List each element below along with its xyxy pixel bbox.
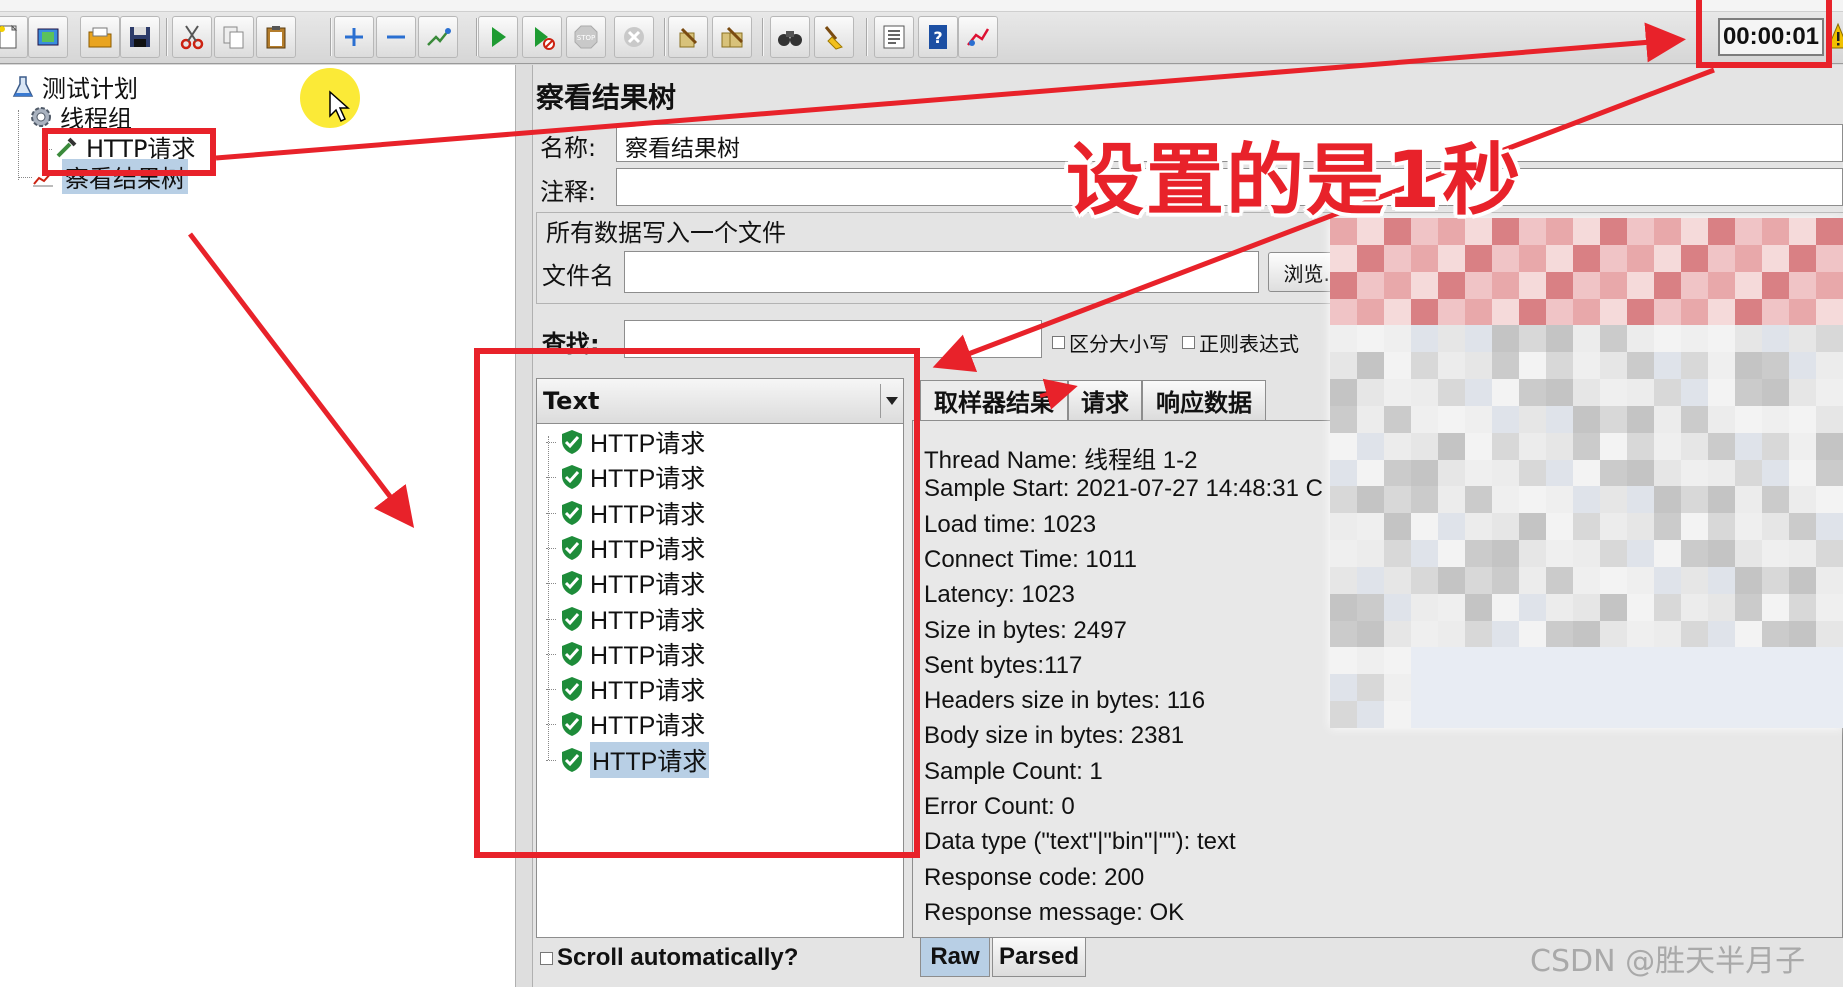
- paste-icon[interactable]: [256, 16, 296, 58]
- regex-checkbox[interactable]: 正则表达式: [1182, 328, 1299, 357]
- sampler-detail-line: Sent bytes:117: [924, 651, 1083, 679]
- clear-icon[interactable]: [668, 16, 708, 58]
- tab-response-data[interactable]: 响应数据: [1142, 380, 1266, 420]
- main-toolbar: STOP ? 00:00:01: [0, 0, 1843, 64]
- tab-sampler-result[interactable]: 取样器结果: [920, 380, 1068, 420]
- toolbar-separator: [166, 18, 168, 56]
- svg-text:?: ?: [933, 28, 942, 47]
- function-helper-icon[interactable]: [874, 16, 914, 58]
- help-icon[interactable]: ?: [918, 16, 958, 58]
- mouse-cursor-icon: [329, 90, 350, 123]
- case-sensitive-checkbox[interactable]: 区分大小写: [1052, 328, 1169, 357]
- filename-field[interactable]: [624, 251, 1259, 293]
- sampler-detail-line: Data type ("text"|"bin"|""): text: [924, 828, 1236, 856]
- sampler-detail-line: Sample Start: 2021-07-27 14:48:31 C: [924, 475, 1323, 503]
- file-group-title: 所有数据写入一个文件: [542, 213, 790, 248]
- flask-icon: [12, 75, 34, 97]
- annotation-label: 设置的是1秒: [1066, 136, 1523, 226]
- gear-icon: [31, 106, 51, 127]
- comment-label: 注释:: [540, 178, 597, 206]
- toolbar-separator: [866, 18, 868, 56]
- tree-connector: [18, 110, 19, 180]
- panel-title: 察看结果树: [536, 81, 677, 114]
- search-icon[interactable]: [770, 16, 810, 58]
- name-label: 名称:: [540, 134, 597, 162]
- checkbox-label: 正则表达式: [1199, 332, 1299, 356]
- checkbox-box[interactable]: [540, 951, 553, 965]
- remote-icon[interactable]: [958, 16, 998, 58]
- templates-icon[interactable]: [28, 16, 68, 58]
- collapse-icon[interactable]: [376, 16, 416, 58]
- checkbox-label: Scroll automatically?: [557, 944, 799, 971]
- sampler-detail-line: Sample Count: 1: [924, 757, 1103, 785]
- tab-parsed[interactable]: Parsed: [992, 937, 1086, 977]
- sampler-detail-line: Headers size in bytes: 116: [924, 687, 1206, 715]
- checkbox-box[interactable]: [1182, 336, 1195, 349]
- sampler-detail-line: Response message: OK: [924, 898, 1185, 926]
- start-icon[interactable]: [478, 16, 518, 58]
- pixelated-overlay: [1330, 218, 1843, 728]
- results-highlight-box: [474, 348, 920, 858]
- menu-strip: [0, 0, 1843, 12]
- sampler-detail-line: Error Count: 0: [924, 793, 1075, 820]
- open-icon[interactable]: [80, 16, 120, 58]
- sampler-detail-line: Connect Time: 1011: [924, 545, 1138, 573]
- start-no-pause-icon[interactable]: [522, 16, 562, 58]
- sampler-detail-line: Body size in bytes: 2381: [924, 722, 1185, 750]
- filename-label: 文件名: [542, 262, 614, 290]
- watermark: CSDN @胜天半月子: [1530, 944, 1806, 979]
- http-request-highlight-box: [42, 128, 216, 176]
- clear-all-icon[interactable]: [712, 16, 752, 58]
- expand-icon[interactable]: [334, 16, 374, 58]
- checkbox-label: 区分大小写: [1069, 332, 1169, 356]
- svg-text:STOP: STOP: [577, 34, 595, 42]
- toolbar-separator: [762, 18, 764, 56]
- sampler-detail-line: Latency: 1023: [924, 581, 1075, 609]
- toolbar-separator: [664, 18, 666, 56]
- tab-request[interactable]: 请求: [1068, 380, 1142, 420]
- sampler-detail-line: Size in bytes: 2497: [924, 616, 1127, 644]
- save-icon[interactable]: [120, 16, 160, 58]
- test-plan-tree: 测试计划 线程组 HTTP请求 察看结果树: [0, 65, 515, 987]
- tab-raw[interactable]: Raw: [920, 937, 990, 977]
- checkbox-box[interactable]: [1052, 336, 1065, 349]
- toggle-icon[interactable]: [418, 16, 458, 58]
- timer-highlight-box: [1696, 0, 1832, 68]
- stop-icon[interactable]: STOP: [566, 16, 606, 58]
- sampler-detail-line: Load time: 1023: [924, 510, 1097, 538]
- sampler-detail-line: Thread Name: 线程组 1-2: [924, 447, 1198, 474]
- shutdown-icon[interactable]: [614, 16, 654, 58]
- cut-icon[interactable]: [172, 16, 212, 58]
- reset-search-icon[interactable]: [814, 16, 854, 58]
- copy-icon[interactable]: [214, 16, 254, 58]
- new-icon[interactable]: [0, 16, 28, 58]
- scroll-automatically-checkbox[interactable]: Scroll automatically?: [540, 944, 798, 972]
- toolbar-separator: [330, 18, 332, 56]
- sampler-detail-line: Response code: 200: [924, 863, 1145, 891]
